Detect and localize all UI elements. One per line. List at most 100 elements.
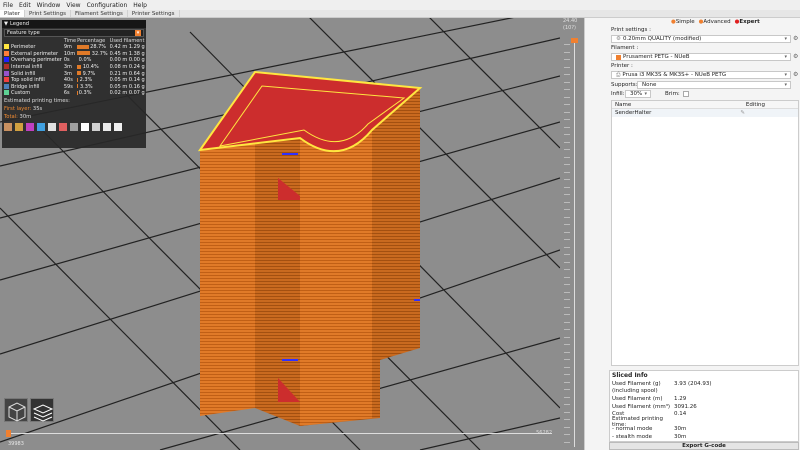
legend-row[interactable]: Top solid infill 40s 2.3% 0.05 m 0.14 g — [4, 77, 147, 84]
tool-changes-icon[interactable] — [59, 122, 67, 131]
menu-view[interactable]: View — [66, 2, 80, 9]
view-preview-button[interactable] — [30, 398, 54, 422]
menu-help[interactable]: Help — [133, 2, 147, 9]
seams-icon[interactable] — [48, 122, 56, 131]
sliced-model[interactable] — [197, 70, 423, 426]
layer-tick — [564, 284, 570, 285]
dropdown-arrow-icon[interactable]: ▾ — [135, 30, 141, 36]
feature-name: Perimeter — [11, 44, 36, 51]
object-list-header: Name Editing — [612, 101, 798, 109]
tab-printer-settings[interactable]: Printer Settings — [128, 10, 180, 17]
collapse-triangle-icon[interactable]: ▼ — [4, 21, 8, 27]
layer-tick — [564, 419, 570, 420]
layer-tick — [564, 359, 570, 360]
feature-color-swatch — [4, 57, 9, 63]
legend-row[interactable]: Overhang perimeter 0s 0.0% 0.00 m 0.00 g — [4, 57, 147, 64]
feature-type-selector[interactable]: Feature type ▾ — [4, 29, 144, 37]
vertical-slider-rail — [574, 42, 575, 447]
layer-tick — [564, 179, 570, 180]
retractions-icon[interactable] — [26, 122, 34, 131]
printer-combo[interactable]: ⎙ Prusa i3 MK3S & MK3S+ - NUeB PETG ▾ — [611, 71, 791, 79]
tab-plater[interactable]: Plater — [0, 10, 26, 17]
legend-row[interactable]: External perimeter 10m 32.7% 0.45 m 1.38 g — [4, 50, 147, 58]
menu-file[interactable]: File — [3, 2, 13, 9]
object-name: SenderHalter — [615, 110, 652, 116]
legend-row[interactable]: Custom 6s 0.3% 0.02 m 0.07 g — [4, 90, 147, 97]
layer-tick — [564, 74, 570, 75]
layer-tick — [564, 126, 570, 128]
layer-tick — [564, 134, 570, 135]
feature-filament: 0.00 m 0.00 g — [109, 57, 145, 64]
layer-tick — [564, 329, 570, 330]
layer-tick — [564, 171, 570, 173]
print-settings-label: Print settings : — [611, 27, 651, 33]
supports-value: None — [642, 81, 657, 88]
printer-gear-icon[interactable]: ⚙ — [793, 71, 798, 78]
custom-gcode-icon[interactable] — [92, 122, 100, 131]
layer-tick — [564, 156, 570, 158]
mode-simple[interactable]: ●Simple — [671, 19, 695, 25]
percentage-bar — [77, 71, 81, 76]
color-changes-icon[interactable] — [70, 122, 78, 131]
feature-time: 59s — [63, 83, 73, 90]
object-list[interactable]: Name Editing SenderHalter ✎ — [611, 100, 799, 366]
shells-icon[interactable] — [103, 122, 111, 131]
print-settings-combo[interactable]: ⚙ 0.20mm QUALITY (modified) ▾ — [611, 35, 791, 43]
feature-percentage: 28.7% — [90, 44, 107, 51]
vertical-slider-thumb[interactable] — [571, 38, 578, 43]
layer-tick — [564, 201, 570, 203]
filament-gear-icon[interactable]: ⚙ — [793, 53, 798, 60]
chevron-down-icon: ▾ — [784, 36, 787, 42]
menu-edit[interactable]: Edit — [19, 2, 31, 9]
tab-filament-settings[interactable]: Filament Settings — [71, 10, 128, 17]
legend-row[interactable]: Solid infill 3m 9.7% 0.21 m 0.64 g — [4, 70, 147, 77]
filament-combo[interactable]: Prusament PETG - NUeB ▾ — [611, 53, 791, 61]
feature-name: Top solid infill — [11, 77, 45, 84]
layer-tick — [564, 96, 570, 98]
top-layer-number: (10?) — [563, 25, 576, 31]
wipe-icon[interactable] — [15, 122, 23, 131]
tool-marker-icon[interactable] — [114, 122, 122, 131]
layer-tick — [564, 374, 570, 375]
layer-tick — [564, 141, 570, 143]
col-percentage: Percentage — [77, 38, 106, 44]
layer-tick — [564, 299, 570, 300]
sliced-info-value: 1.29 — [674, 395, 687, 402]
legend-header[interactable]: ▼ Legend — [2, 20, 146, 28]
infill-combo[interactable]: 30% ▾ — [625, 90, 651, 98]
mode-advanced[interactable]: ●Advanced — [699, 19, 731, 25]
edit-icon[interactable]: ✎ — [740, 110, 745, 116]
export-gcode-button[interactable]: Export G-code — [609, 442, 799, 450]
chevron-down-icon: ▾ — [784, 54, 787, 60]
feature-name: Custom — [11, 90, 31, 97]
infill-value: 30% — [630, 90, 643, 97]
feature-color-swatch — [4, 77, 9, 83]
menu-configuration[interactable]: Configuration — [87, 2, 128, 9]
horizontal-slider[interactable]: 56282 — [4, 430, 556, 438]
mode-expert[interactable]: ●Expert — [735, 19, 760, 25]
percentage-bar — [77, 51, 91, 56]
first-layer-label: First layer: — [4, 105, 32, 112]
print-settings-gear-icon[interactable]: ⚙ — [793, 35, 798, 42]
travel-icon[interactable] — [4, 122, 12, 131]
brim-checkbox[interactable] — [683, 91, 689, 97]
legend-table: Time Percentage Used filament Perimeter 9… — [4, 38, 147, 97]
legend-row[interactable]: Bridge infill 59s 3.3% 0.05 m 0.16 g — [4, 83, 147, 91]
horizontal-slider-thumb[interactable] — [6, 430, 11, 437]
deretractions-icon[interactable] — [37, 122, 45, 131]
tab-print-settings[interactable]: Print Settings — [25, 10, 71, 17]
object-row[interactable]: SenderHalter ✎ — [612, 109, 798, 117]
feature-filament: 0.08 m 0.24 g — [109, 64, 145, 71]
menu-window[interactable]: Window — [37, 2, 61, 9]
layer-tick — [564, 434, 570, 435]
feature-percentage: 2.3% — [79, 77, 93, 84]
pause-icon[interactable] — [81, 122, 89, 131]
legend-row[interactable]: Internal infill 3m 10.4% 0.08 m 0.24 g — [4, 64, 147, 71]
legend-row[interactable]: Perimeter 9m 28.7% 0.42 m 1.29 g — [4, 44, 147, 51]
view-options-icons — [2, 121, 146, 133]
vertical-layer-slider[interactable]: 24.40 (10?) — [560, 18, 584, 450]
supports-combo[interactable]: None ▾ — [637, 81, 791, 89]
view-3d-button[interactable] — [4, 398, 28, 422]
layer-tick — [564, 314, 570, 315]
legend-panel: ▼ Legend Feature type ▾ Time Percentage … — [2, 20, 146, 148]
